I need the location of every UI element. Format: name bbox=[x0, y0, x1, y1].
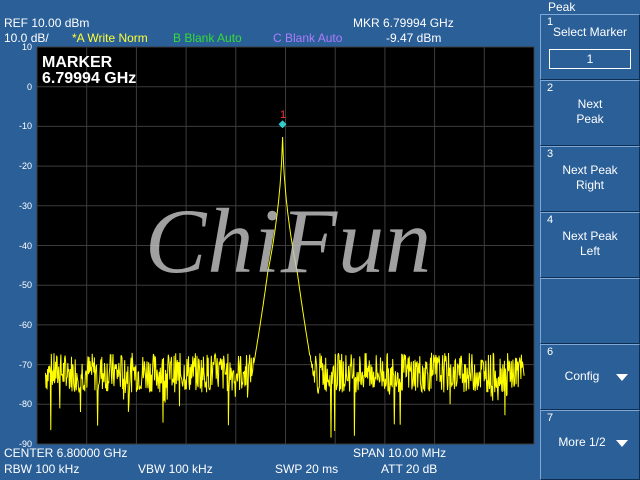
softkey-label: Next Peak Right bbox=[562, 163, 618, 192]
y-tick-label: -60 bbox=[18, 319, 32, 330]
softkey-label: Next Peak Left bbox=[562, 229, 618, 258]
y-tick-label: -80 bbox=[18, 399, 32, 410]
select-marker-value[interactable]: 1 bbox=[549, 49, 631, 69]
watermark: ChiFun bbox=[145, 190, 433, 292]
y-tick-label: -10 bbox=[18, 121, 32, 132]
marker-readout: MARKER 6.79994 GHz bbox=[42, 55, 136, 87]
y-tick-label: -70 bbox=[18, 359, 32, 370]
softkey-label: Next Peak bbox=[576, 97, 604, 126]
softkey-more[interactable]: 7 More 1/2 bbox=[540, 410, 640, 480]
y-tick-label: -20 bbox=[18, 161, 32, 172]
center-frequency: CENTER 6.80000 GHz bbox=[4, 446, 128, 460]
y-tick-label: 0 bbox=[26, 81, 32, 92]
sweep-time: SWP 20 ms bbox=[275, 462, 339, 476]
softkey-next-peak[interactable]: 2 Next Peak bbox=[540, 80, 640, 146]
softkey-blank[interactable] bbox=[540, 278, 640, 344]
dropdown-arrow-icon bbox=[616, 374, 628, 381]
softkey-number: 3 bbox=[547, 148, 554, 160]
softkey-select-marker[interactable]: 1 Select Marker 1 bbox=[540, 14, 640, 80]
softkey-number: 7 bbox=[547, 412, 554, 424]
span: SPAN 10.00 MHz bbox=[353, 446, 447, 460]
attenuation: ATT 20 dB bbox=[381, 462, 438, 476]
marker-readout-title: MARKER bbox=[42, 54, 113, 71]
marker-number-label: 1 bbox=[280, 109, 287, 121]
y-tick-label: -50 bbox=[18, 280, 32, 291]
softkey-number: 6 bbox=[547, 346, 554, 358]
softkey-next-peak-left[interactable]: 4 Next Peak Left bbox=[540, 212, 640, 278]
softkey-label: Select Marker bbox=[552, 25, 628, 39]
video-bandwidth: VBW 100 kHz bbox=[138, 462, 213, 476]
resolution-bandwidth: RBW 100 kHz bbox=[4, 462, 80, 476]
softkey-config[interactable]: 6 Config bbox=[540, 344, 640, 410]
marker-readout-frequency: 6.79994 GHz bbox=[42, 70, 137, 87]
softkey-number: 2 bbox=[547, 82, 554, 94]
dropdown-arrow-icon bbox=[616, 440, 628, 447]
softkey-number: 4 bbox=[547, 214, 554, 226]
y-tick-label: -40 bbox=[18, 240, 32, 251]
softkey-next-peak-right[interactable]: 3 Next Peak Right bbox=[540, 146, 640, 212]
y-tick-label: 10 bbox=[21, 42, 32, 52]
softkey-menu-title: Peak bbox=[548, 0, 640, 14]
y-tick-label: -30 bbox=[18, 200, 32, 211]
